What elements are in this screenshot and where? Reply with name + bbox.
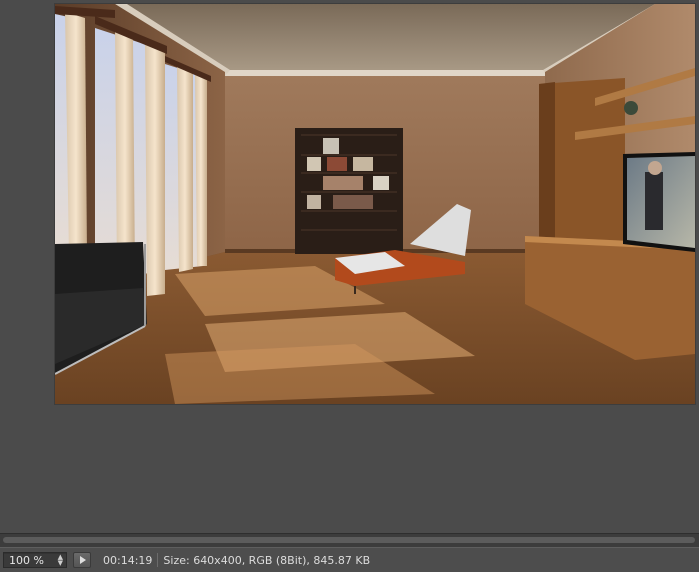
spinner-arrows-icon[interactable]: ▲ ▼ (58, 554, 63, 567)
status-separator (157, 553, 159, 567)
render-time: 00:14:19 (103, 553, 153, 567)
scrollbar-thumb[interactable] (3, 537, 695, 543)
play-button[interactable] (73, 552, 91, 568)
rendered-interior-image (55, 4, 695, 404)
play-icon (80, 556, 86, 564)
image-info: Size: 640x400, RGB (8Bit), 845.87 KB (163, 553, 371, 567)
zoom-value: 100 % (9, 553, 44, 567)
render-viewport (0, 0, 699, 533)
horizontal-scrollbar[interactable] (0, 533, 699, 548)
status-bar: 100 % ▲ ▼ 00:14:19 Size: 640x400, RGB (8B… (0, 547, 699, 572)
zoom-spinner[interactable]: 100 % ▲ ▼ (3, 552, 67, 568)
